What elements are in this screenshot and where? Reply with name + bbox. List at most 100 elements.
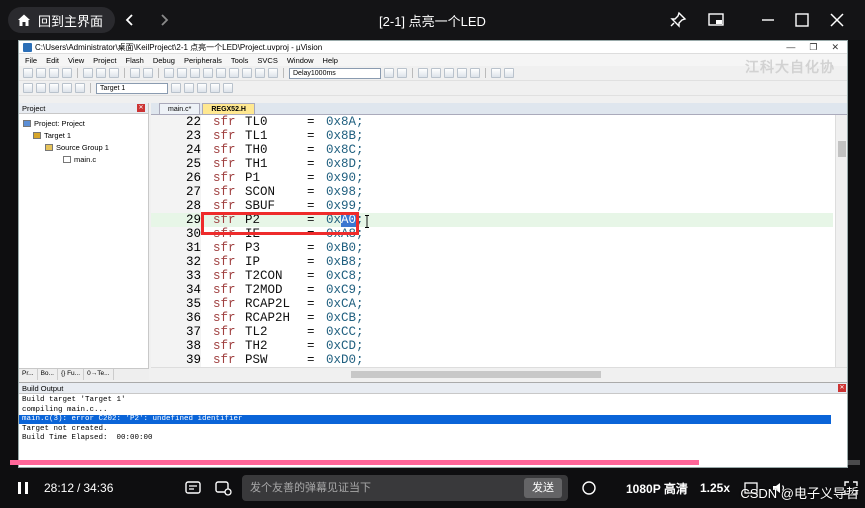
rebuild-icon[interactable] [49, 83, 59, 93]
mini-window-icon[interactable] [704, 8, 728, 32]
unindent-icon[interactable] [242, 68, 252, 78]
bookmark-icon[interactable] [190, 68, 200, 78]
comment-icon[interactable] [255, 68, 265, 78]
find-in-files-icon[interactable] [397, 68, 407, 78]
build-output-line[interactable]: Build Time Elapsed: 00:00:00 [22, 434, 834, 443]
compile-icon[interactable] [23, 83, 33, 93]
speed-button[interactable]: 1.25x [700, 477, 730, 499]
danmu-settings-icon[interactable] [214, 477, 232, 499]
register-address: 0xCA; [326, 297, 364, 311]
close-icon[interactable] [825, 8, 849, 32]
menu-item-file[interactable]: File [25, 56, 37, 65]
bookmark-prev-icon[interactable] [203, 68, 213, 78]
project-panel-tab[interactable]: 0→Te... [84, 369, 114, 380]
pin-icon[interactable] [666, 8, 690, 32]
save-all-icon[interactable] [62, 68, 72, 78]
target-select[interactable]: Target 1 [96, 82, 168, 94]
uv-close-icon[interactable]: ✕ [831, 42, 839, 53]
danmu-toggle-icon[interactable] [184, 477, 202, 499]
register-address: 0xCB; [326, 311, 364, 325]
bookmark-next-icon[interactable] [216, 68, 226, 78]
menu-item-debug[interactable]: Debug [153, 56, 175, 65]
like-icon[interactable] [580, 477, 598, 499]
window-layout-icon[interactable] [491, 68, 501, 78]
menu-item-svcs[interactable]: SVCS [257, 56, 277, 65]
nav-forward-icon[interactable] [177, 68, 187, 78]
build-output-line[interactable]: Target not created. [22, 425, 834, 434]
file-extensions-icon[interactable] [184, 83, 194, 93]
project-panel-tab[interactable]: {} Fu... [58, 369, 85, 380]
save-icon[interactable] [49, 68, 59, 78]
time-display: 28:12 / 34:36 [44, 477, 113, 499]
danmu-input[interactable] [250, 480, 520, 496]
minimize-icon[interactable] [756, 8, 780, 32]
keyword-sfr: sfr [213, 283, 236, 297]
send-button[interactable]: 发送 [524, 478, 562, 498]
horizontal-scroll-thumb[interactable] [351, 371, 601, 378]
nav-back-icon[interactable] [164, 68, 174, 78]
maximize-icon[interactable] [790, 8, 814, 32]
configure-icon[interactable] [504, 68, 514, 78]
build-output-line[interactable]: compiling main.c... [22, 406, 834, 415]
pause-icon[interactable] [14, 477, 32, 499]
menu-item-window[interactable]: Window [287, 56, 314, 65]
build-error-line[interactable]: main.c(3): error C202: 'P2': undefined i… [19, 415, 831, 424]
menu-item-edit[interactable]: Edit [46, 56, 59, 65]
project-panel-close-icon[interactable]: ✕ [137, 104, 145, 112]
find-combo[interactable]: Delay1000ms [289, 67, 381, 79]
paste-icon[interactable] [109, 68, 119, 78]
editor-tab[interactable]: REGX52.H [202, 103, 255, 114]
build-output-line[interactable]: Build target 'Target 1' [22, 396, 834, 405]
tree-item[interactable]: Project: Project [23, 119, 85, 128]
line-number: 28 [185, 199, 201, 213]
breakpoint-kill-icon[interactable] [457, 68, 467, 78]
tree-item[interactable]: main.c [63, 155, 96, 164]
pack-installer-icon[interactable] [223, 83, 233, 93]
breakpoint-icon[interactable] [431, 68, 441, 78]
project-panel-tab[interactable]: Bo... [38, 369, 58, 380]
project-panel-tab[interactable]: Pr... [19, 369, 38, 380]
quality-button[interactable]: 1080P 高清 [626, 477, 688, 499]
menu-item-view[interactable]: View [68, 56, 84, 65]
open-file-icon[interactable] [36, 68, 46, 78]
menu-item-project[interactable]: Project [93, 56, 116, 65]
menu-item-peripherals[interactable]: Peripherals [184, 56, 222, 65]
target-options-icon[interactable] [171, 83, 181, 93]
target-select-value: Target 1 [100, 84, 126, 92]
project-icon [23, 120, 31, 127]
redo-icon[interactable] [143, 68, 153, 78]
select-device-icon[interactable] [210, 83, 220, 93]
register-address: 0xB8; [326, 255, 364, 269]
debug-icon[interactable] [418, 68, 428, 78]
menu-item-tools[interactable]: Tools [231, 56, 249, 65]
find-icon[interactable] [384, 68, 394, 78]
tree-item[interactable]: Target 1 [33, 131, 71, 140]
code-area[interactable]: 22 sfr TL0 = 0x8A; 23 sfr TL1 = 0x8B; 24 sfr TH0 = 0x8… [151, 115, 833, 367]
vertical-scroll-thumb[interactable] [838, 141, 846, 157]
back-arrow-icon[interactable] [118, 8, 142, 32]
home-button[interactable]: 回到主界面 [8, 7, 116, 33]
undo-icon[interactable] [130, 68, 140, 78]
indent-icon[interactable] [229, 68, 239, 78]
editor-tab[interactable]: main.c* [159, 103, 201, 114]
video-progress-bar[interactable] [10, 460, 860, 465]
cut-icon[interactable] [83, 68, 93, 78]
uv-minimize-icon[interactable]: — [786, 42, 795, 53]
menu-item-help[interactable]: Help [323, 56, 338, 65]
menu-item-flash[interactable]: Flash [126, 56, 144, 65]
build-output-close-icon[interactable]: ✕ [838, 384, 846, 392]
breakpoint-disable-icon[interactable] [444, 68, 454, 78]
breakpoint-clear-icon[interactable] [470, 68, 480, 78]
download-icon[interactable] [75, 83, 85, 93]
uv-restore-icon[interactable]: ❐ [809, 42, 817, 53]
manage-components-icon[interactable] [197, 83, 207, 93]
copy-icon[interactable] [96, 68, 106, 78]
editor-vertical-scrollbar[interactable] [835, 115, 847, 367]
editor-horizontal-scrollbar[interactable] [151, 367, 847, 380]
new-file-icon[interactable] [23, 68, 33, 78]
build-icon[interactable] [36, 83, 46, 93]
uncomment-icon[interactable] [268, 68, 278, 78]
tree-item[interactable]: Source Group 1 [45, 143, 109, 152]
batch-build-icon[interactable] [62, 83, 72, 93]
forward-arrow-icon[interactable] [152, 8, 176, 32]
